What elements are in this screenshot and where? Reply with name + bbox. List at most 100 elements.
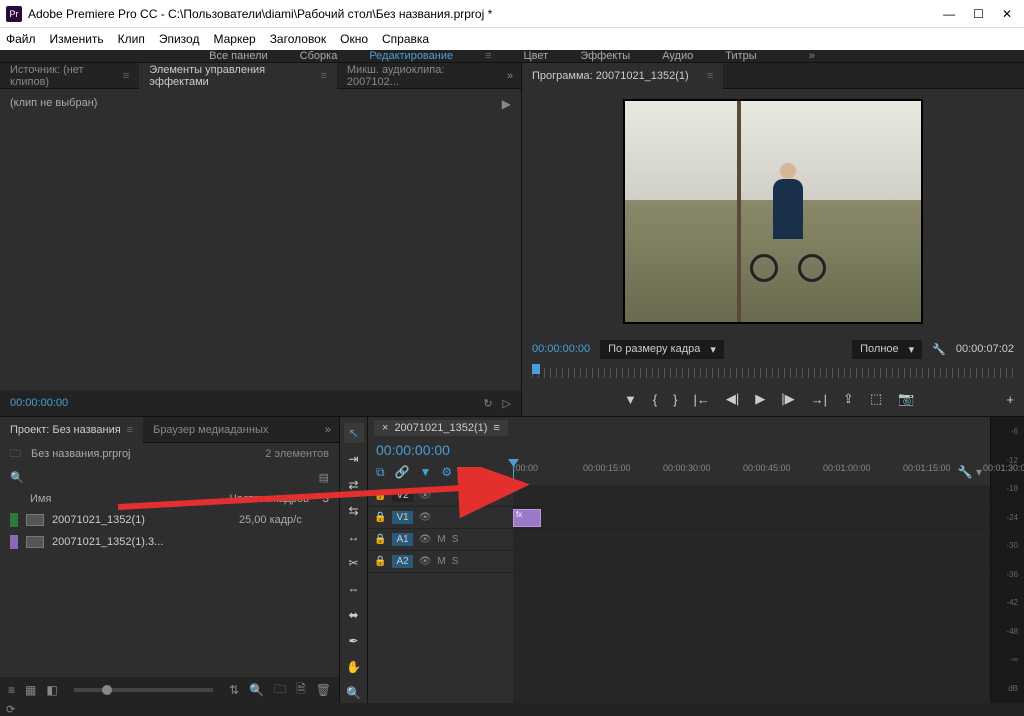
menu-window[interactable]: Окно <box>340 32 368 46</box>
col-name[interactable]: Имя <box>30 493 230 505</box>
tab-menu-icon[interactable]: ≡ <box>320 70 326 82</box>
eye-icon[interactable]: 👁 <box>419 490 432 501</box>
track-lane-v1[interactable]: fx <box>513 507 990 529</box>
workspace-effects[interactable]: Эффекты <box>580 50 630 62</box>
lock-icon[interactable]: 🔒 <box>374 512 386 523</box>
track-lane-a2[interactable] <box>513 551 990 573</box>
menu-clip[interactable]: Клип <box>118 32 145 46</box>
source-timecode[interactable]: 00:00:00:00 <box>10 397 68 409</box>
project-list[interactable]: 20071021_1352(1) 25,00 кадр/с 20071021_1… <box>0 509 339 677</box>
project-item[interactable]: 20071021_1352(1) 25,00 кадр/с <box>0 509 339 531</box>
close-button[interactable]: ✕ <box>1002 7 1012 21</box>
workspace-audio[interactable]: Аудио <box>662 50 693 62</box>
panel-overflow-icon[interactable]: » <box>499 70 521 82</box>
timeline-settings-icon[interactable]: ⚙ <box>441 465 452 479</box>
minimize-button[interactable]: — <box>943 7 955 21</box>
step-forward-button[interactable]: |▶ <box>781 391 794 407</box>
loop-icon[interactable]: ↻ <box>483 397 492 410</box>
tab-media-browser[interactable]: Браузер медиаданных <box>143 417 278 443</box>
quality-dropdown[interactable]: Полное▾ <box>852 340 922 359</box>
tab-program[interactable]: Программа: 20071021_1352(1) ≡ <box>522 63 723 89</box>
snap-icon[interactable]: ⧉ <box>376 465 385 480</box>
extract-button[interactable]: ⬚ <box>870 391 882 407</box>
workspace-menu-icon[interactable]: ≡ <box>485 50 491 62</box>
program-monitor[interactable] <box>522 89 1024 334</box>
playhead-icon[interactable] <box>532 364 540 374</box>
program-timecode-left[interactable]: 00:00:00:00 <box>532 343 590 355</box>
pen-tool[interactable]: ✒ <box>344 631 364 651</box>
filter-icon[interactable]: ▤ <box>319 471 329 484</box>
export-frame-button[interactable]: 📷 <box>898 391 914 407</box>
play-button[interactable]: ▶ <box>755 391 765 407</box>
rate-stretch-tool[interactable]: ↔ <box>344 527 364 547</box>
timeline-clip[interactable]: fx <box>513 509 541 527</box>
expand-icon[interactable]: ▶ <box>502 97 511 111</box>
mark-out-button[interactable]: } <box>673 392 677 407</box>
time-ruler[interactable]: :00:00 00:00:15:00 00:00:30:00 00:00:45:… <box>513 461 990 481</box>
go-to-in-button[interactable]: |← <box>694 392 710 407</box>
step-back-button[interactable]: ◀| <box>726 391 739 407</box>
find-icon[interactable]: 🔍 <box>249 683 264 697</box>
track-content[interactable]: fx <box>513 485 990 703</box>
track-lane-a1[interactable] <box>513 529 990 551</box>
tab-source[interactable]: Источник: (нет клипов)≡ <box>0 63 139 89</box>
menu-title[interactable]: Заголовок <box>270 32 326 46</box>
track-header-a1[interactable]: 🔒 A1 👁 M S <box>368 529 513 551</box>
track-header-a2[interactable]: 🔒 A2 👁 M S <box>368 551 513 573</box>
eye-icon[interactable]: 👁 <box>419 534 432 545</box>
workspace-color[interactable]: Цвет <box>524 50 549 62</box>
tab-menu-icon[interactable]: ≡ <box>123 70 129 82</box>
col-fps[interactable]: Частота кадров <box>230 493 310 505</box>
tab-audio-mixer[interactable]: Микш. аудиоклипа: 2007102... <box>337 63 499 89</box>
delete-icon[interactable]: 🗑 <box>316 683 331 697</box>
hand-tool[interactable]: ✋ <box>344 657 364 677</box>
slip-tool[interactable]: ⇔ <box>344 579 364 599</box>
lock-icon[interactable]: 🔒 <box>374 534 386 545</box>
timeline-tab[interactable]: ×20071021_1352(1)≡ <box>374 420 508 436</box>
track-select-tool[interactable]: ⇥ <box>344 449 364 469</box>
track-lane-v2[interactable] <box>513 485 990 507</box>
tab-menu-icon[interactable]: ≡ <box>707 70 713 82</box>
zoom-slider[interactable] <box>74 688 213 692</box>
menu-marker[interactable]: Маркер <box>213 32 255 46</box>
mute-button[interactable]: M <box>437 556 445 567</box>
program-scrubber[interactable] <box>522 364 1024 382</box>
rolling-edit-tool[interactable]: ⇆ <box>344 501 364 521</box>
linked-selection-icon[interactable]: 🔗 <box>395 465 410 479</box>
solo-button[interactable]: S <box>452 556 459 567</box>
new-item-icon[interactable]: 🗎 <box>296 680 306 701</box>
workspace-overflow-icon[interactable]: » <box>809 50 815 62</box>
menu-sequence[interactable]: Эпизод <box>159 32 200 46</box>
sync-icon[interactable]: ⟳ <box>6 703 15 716</box>
fit-dropdown[interactable]: По размеру кадра▾ <box>600 340 724 359</box>
add-marker-button[interactable]: ▼ <box>624 392 637 407</box>
mark-in-button[interactable]: { <box>653 392 657 407</box>
ripple-edit-tool[interactable]: ⇄ <box>344 475 364 495</box>
maximize-button[interactable]: ☐ <box>973 7 984 21</box>
eye-icon[interactable]: 👁 <box>419 512 432 523</box>
workspace-titles[interactable]: Титры <box>725 50 756 62</box>
workspace-all-panels[interactable]: Все панели <box>209 50 267 62</box>
menu-edit[interactable]: Изменить <box>50 32 104 46</box>
track-header-v2[interactable]: 🔒 V2 👁 <box>368 485 513 507</box>
timeline-timecode[interactable]: 00:00:00:00 <box>376 442 450 458</box>
button-editor-icon[interactable]: + <box>1006 392 1014 407</box>
panel-overflow-icon[interactable]: » <box>317 424 339 436</box>
list-view-icon[interactable]: ≡ <box>8 683 15 697</box>
menu-help[interactable]: Справка <box>382 32 429 46</box>
play-only-icon[interactable]: ▷ <box>503 397 511 410</box>
mute-button[interactable]: M <box>437 534 445 545</box>
lock-icon[interactable]: 🔒 <box>374 490 386 501</box>
lock-icon[interactable]: 🔒 <box>374 556 386 567</box>
tab-effect-controls[interactable]: Элементы управления эффектами≡ <box>139 63 337 89</box>
workspace-editing[interactable]: Редактирование <box>369 50 453 62</box>
eye-icon[interactable]: 👁 <box>419 556 432 567</box>
icon-view-icon[interactable]: ▦ <box>25 683 36 697</box>
new-bin-icon[interactable]: 🗀 <box>274 680 286 701</box>
zoom-tool[interactable]: 🔍 <box>344 683 364 703</box>
menu-file[interactable]: Файл <box>6 32 36 46</box>
slide-tool[interactable]: ⬌ <box>344 605 364 625</box>
selection-tool[interactable]: ↖ <box>344 423 364 443</box>
tab-project[interactable]: Проект: Без названия≡ <box>0 417 143 443</box>
sort-icon[interactable]: ⇅ <box>229 683 239 697</box>
